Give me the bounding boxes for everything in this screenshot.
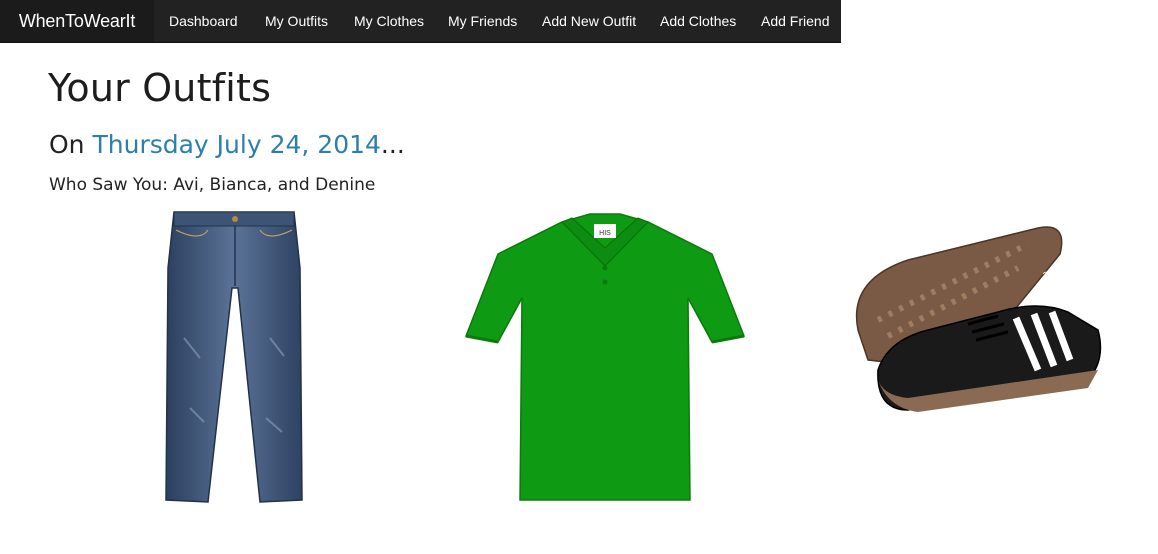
date-suffix: ... — [380, 130, 405, 159]
nav-my-friends[interactable]: My Friends — [448, 0, 517, 42]
nav-dashboard[interactable]: Dashboard — [169, 0, 238, 42]
nav-add-friend[interactable]: Add Friend — [761, 0, 829, 42]
shirt-tag-text: HIS — [599, 230, 611, 237]
nav-add-clothes[interactable]: Add Clothes — [660, 0, 736, 42]
date-prefix: On — [49, 130, 93, 159]
brand-logo[interactable]: WhenToWearIt — [0, 0, 154, 42]
sneakers-image[interactable]: adidas — [848, 220, 1108, 418]
nav-add-new-outfit[interactable]: Add New Outfit — [542, 0, 636, 42]
top-navbar: WhenToWearIt Dashboard My Outfits My Clo… — [0, 0, 841, 43]
nav-my-outfits[interactable]: My Outfits — [265, 0, 328, 42]
seen-by-text: Who Saw You: Avi, Bianca, and Denine — [49, 175, 376, 195]
outfit-date-link[interactable]: Thursday July 24, 2014 — [92, 130, 380, 159]
polo-shirt-image[interactable]: HIS — [462, 210, 748, 502]
nav-my-clothes[interactable]: My Clothes — [354, 0, 424, 42]
page-title: Your Outfits — [48, 66, 272, 110]
outfit-date-line: On Thursday July 24, 2014... — [49, 130, 405, 159]
jeans-image[interactable] — [160, 208, 310, 504]
